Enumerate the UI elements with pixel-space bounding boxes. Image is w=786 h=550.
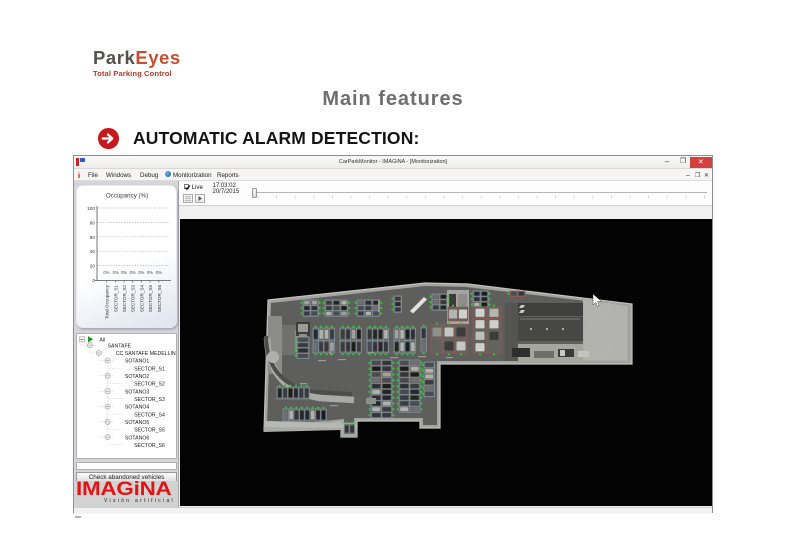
svg-text:SECTOR_S5: SECTOR_S5: [134, 428, 165, 434]
svg-text:SECTOR_S2: SECTOR_S2: [134, 382, 165, 388]
svg-text:SECTOR_S1: SECTOR_S1: [134, 366, 165, 372]
svg-text:CC SANTAFE MEDELLIN: CC SANTAFE MEDELLIN: [116, 351, 176, 357]
svg-text:SECTOR_S4: SECTOR_S4: [134, 412, 165, 418]
svg-text:SOTANO5: SOTANO5: [125, 420, 150, 426]
svg-text:SOTANO2: SOTANO2: [125, 374, 150, 380]
svg-text:SOTANO4: SOTANO4: [125, 405, 150, 411]
svg-text:SECTOR_S6: SECTOR_S6: [134, 443, 165, 449]
svg-text:SANTAFE: SANTAFE: [108, 343, 132, 349]
svg-text:SECTOR_S3: SECTOR_S3: [134, 397, 165, 403]
svg-text:All: All: [99, 338, 105, 344]
svg-text:SOTANO3: SOTANO3: [125, 389, 150, 395]
svg-text:SOTANO1: SOTANO1: [125, 359, 150, 365]
svg-text:SOTANO6: SOTANO6: [125, 435, 150, 441]
